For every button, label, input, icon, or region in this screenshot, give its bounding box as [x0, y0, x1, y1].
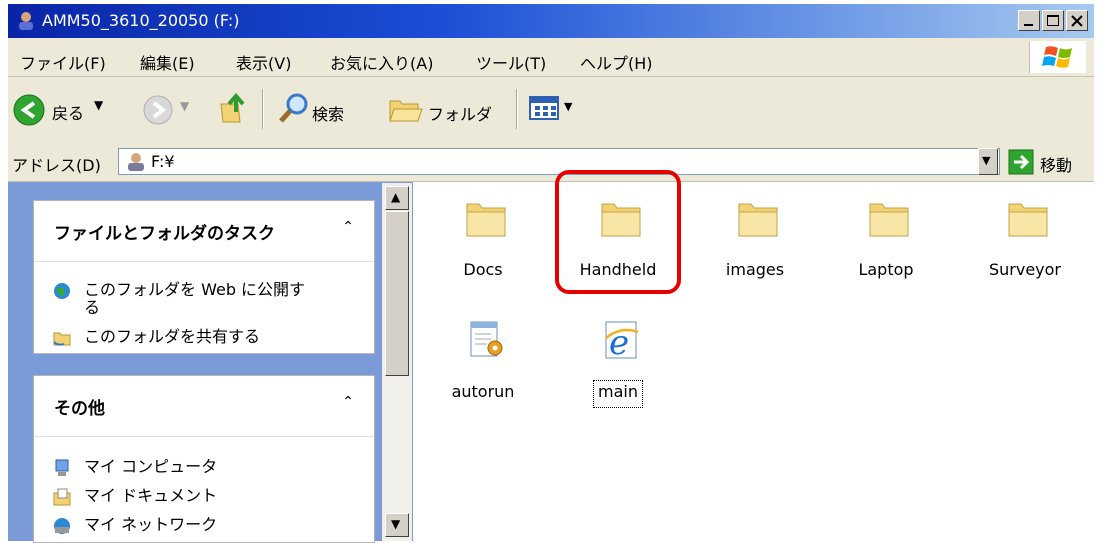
file-item-surveyor[interactable]: Surveyor — [965, 196, 1085, 296]
documents-folder-icon — [53, 488, 71, 506]
folder-icon — [466, 203, 506, 237]
focus-rectangle — [593, 380, 643, 408]
internet-explorer-html-icon: e — [605, 321, 639, 363]
window-title: AMM50_3610_20050 (F:) — [42, 11, 240, 30]
my-computer-label: マイ コンピュータ — [84, 457, 218, 476]
my-documents-label: マイ ドキュメント — [84, 486, 218, 505]
file-folder-tasks-panel: ファイルとフォルダのタスク ⌃ このフォルダを Web に公開す る このフォル… — [33, 200, 375, 354]
back-arrow-icon — [13, 94, 45, 126]
back-label: 戻る — [52, 104, 85, 123]
tasks-title: ファイルとフォルダのタスク — [54, 224, 275, 244]
back-dropdown-icon[interactable]: ▼ — [94, 98, 103, 112]
file-name: Docs — [463, 260, 503, 279]
menu-bar: ファイル(F) 編集(E) 表示(V) お気に入り(A) ツール(T) ヘルプ(… — [8, 38, 1094, 77]
publish-to-web-label: このフォルダを Web に公開す る — [84, 280, 306, 317]
views-grid-icon — [529, 96, 559, 120]
my-network-label: マイ ネットワーク — [84, 515, 218, 534]
folder-icon — [1008, 203, 1048, 237]
file-name: autorun — [451, 382, 515, 401]
maximize-icon — [1047, 15, 1059, 26]
file-name: Laptop — [858, 260, 914, 279]
address-bar: アドレス(D) F:¥ ▼ 移動 — [8, 143, 1094, 182]
file-item-laptop[interactable]: Laptop — [826, 196, 946, 296]
computer-icon — [55, 459, 69, 476]
maximize-button[interactable] — [1042, 10, 1064, 31]
forward-arrow-icon[interactable] — [142, 94, 174, 126]
setup-config-icon — [470, 321, 503, 357]
triangle-down-icon: ▼ — [391, 517, 401, 531]
other-places-panel: その他 ⌃ マイ コンピュータ マイ ドキュメント マイ ネットワーク — [33, 375, 375, 543]
folder-icon — [869, 203, 909, 237]
task-pane: ファイルとフォルダのタスク ⌃ このフォルダを Web に公開す る このフォル… — [8, 182, 413, 543]
address-value: F:¥ — [151, 152, 175, 171]
search-icon — [279, 93, 308, 123]
chevron-down-icon: ▼ — [982, 154, 991, 167]
menu-edit[interactable]: 編集(E) — [140, 50, 195, 74]
file-item-images[interactable]: images — [695, 196, 815, 296]
triangle-up-icon: ▲ — [391, 190, 401, 204]
task-pane-scrollbar[interactable]: ▲ ▼ — [382, 183, 412, 541]
menu-file[interactable]: ファイル(F) — [20, 50, 106, 74]
windows-flag-icon — [1042, 46, 1072, 68]
search-button[interactable]: 検索 — [312, 101, 344, 125]
menu-view[interactable]: 表示(V) — [236, 50, 291, 74]
go-arrow-icon[interactable] — [1008, 149, 1034, 175]
highlight-annotation — [555, 170, 681, 294]
address-input[interactable]: F:¥ — [118, 148, 1000, 175]
minimize-button[interactable] — [1018, 10, 1040, 31]
file-item-autorun[interactable]: autorun — [423, 318, 543, 418]
views-dropdown-icon: ▼ — [564, 100, 573, 113]
close-icon — [1071, 15, 1083, 27]
up-folder-icon[interactable] — [218, 92, 250, 126]
tasks-header[interactable]: ファイルとフォルダのタスク ⌃ — [34, 201, 374, 262]
other-header[interactable]: その他 ⌃ — [34, 376, 374, 437]
drive-user-icon — [19, 12, 33, 30]
folders-icon — [389, 100, 423, 122]
toolbar: 戻る ▼ ▼ 検索 フォルダ ▼ — [8, 77, 1094, 144]
globe-icon — [54, 283, 70, 299]
folder-icon — [738, 203, 778, 237]
other-title: その他 — [54, 399, 105, 419]
close-button[interactable] — [1066, 10, 1088, 31]
windows-logo — [1029, 41, 1086, 73]
file-name: Surveyor — [988, 260, 1062, 279]
file-item-docs[interactable]: Docs — [423, 196, 543, 296]
title-bar[interactable]: AMM50_3610_20050 (F:) — [8, 4, 1094, 38]
address-label: アドレス(D) — [12, 156, 101, 175]
share-folder-label: このフォルダを共有する — [84, 327, 261, 346]
file-name: images — [725, 260, 785, 279]
menu-help[interactable]: ヘルプ(H) — [580, 50, 653, 74]
menu-favorites[interactable]: お気に入り(A) — [330, 50, 433, 74]
drive-user-icon — [128, 153, 144, 171]
network-icon — [54, 518, 70, 534]
minimize-icon — [1024, 24, 1033, 26]
shared-folder-icon — [53, 332, 71, 346]
collapse-icon[interactable]: ⌃ — [342, 394, 354, 410]
address-dropdown-button[interactable]: ▼ — [978, 148, 998, 175]
menu-tools[interactable]: ツール(T) — [476, 50, 546, 74]
forward-dropdown-icon[interactable]: ▼ — [180, 99, 189, 113]
views-button[interactable]: ▼ — [528, 93, 588, 127]
back-button[interactable]: 戻る ▼ — [12, 91, 112, 129]
scroll-thumb[interactable] — [385, 211, 409, 376]
go-button[interactable]: 移動 — [1040, 152, 1072, 176]
scroll-down-button[interactable]: ▼ — [385, 513, 409, 537]
collapse-icon[interactable]: ⌃ — [342, 219, 354, 235]
scroll-up-button[interactable]: ▲ — [385, 186, 409, 210]
folders-button[interactable]: フォルダ — [428, 101, 492, 125]
